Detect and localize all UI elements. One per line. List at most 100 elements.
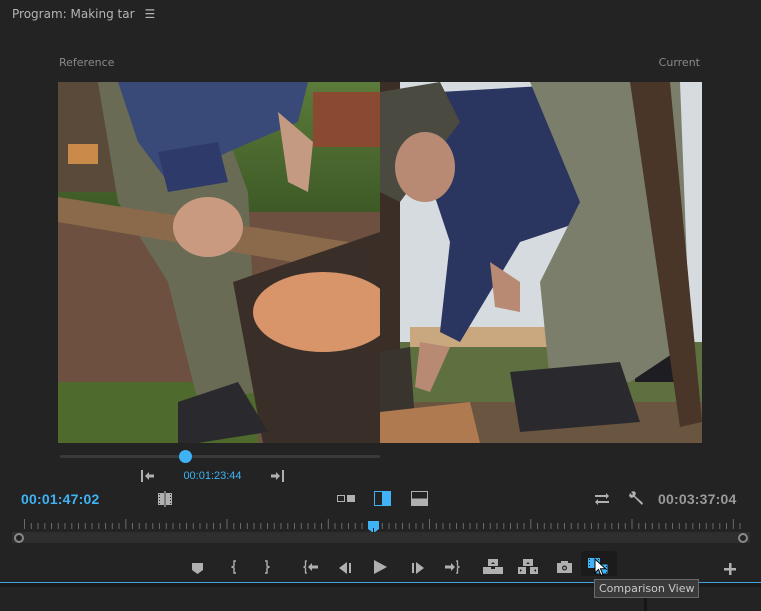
- swap-sides-icon[interactable]: [594, 492, 610, 506]
- ruler-minor-tick: [570, 523, 572, 529]
- ruler-minor-tick: [739, 523, 741, 529]
- ruler-minor-tick: [145, 523, 147, 529]
- ruler-minor-tick: [699, 523, 700, 529]
- ruler-minor-tick: [260, 523, 262, 529]
- ruler-minor-tick: [435, 523, 437, 529]
- ruler-major-tick: [125, 519, 127, 529]
- playhead[interactable]: [368, 518, 380, 533]
- zoom-bar-start-handle[interactable]: [14, 533, 24, 543]
- ruler-minor-tick: [665, 523, 667, 529]
- reference-label: Reference: [59, 56, 115, 69]
- ruler-minor-tick: [300, 523, 302, 529]
- reference-scrubber[interactable]: [60, 450, 380, 463]
- ruler-minor-tick: [37, 523, 39, 529]
- ruler-minor-tick: [415, 523, 417, 529]
- ruler-minor-tick: [705, 523, 707, 529]
- ruler-major-tick: [530, 519, 532, 529]
- ruler-minor-tick: [489, 523, 491, 529]
- ruler-minor-tick: [591, 523, 592, 529]
- ruler-minor-tick: [219, 523, 221, 529]
- ruler-minor-tick: [111, 523, 113, 529]
- ruler-minor-tick: [678, 523, 680, 529]
- ruler-minor-tick: [206, 523, 208, 529]
- ruler-minor-tick: [624, 523, 626, 529]
- ruler-minor-tick: [57, 523, 59, 529]
- ruler-minor-tick: [287, 523, 289, 529]
- ruler-minor-tick: [294, 523, 295, 529]
- ruler-minor-tick: [719, 523, 721, 529]
- marker-icon[interactable]: [192, 557, 203, 579]
- ruler-minor-tick: [273, 523, 275, 529]
- ruler-minor-tick: [138, 523, 140, 529]
- ruler-minor-tick: [604, 523, 606, 529]
- tooltip: Comparison View: [594, 579, 700, 598]
- ruler-minor-tick: [462, 523, 464, 529]
- shot-or-frame-comparison-icon[interactable]: [157, 491, 173, 507]
- ruler-minor-tick: [388, 523, 390, 529]
- go-to-previous-edit-icon[interactable]: [140, 470, 156, 482]
- extract-icon[interactable]: [518, 555, 538, 577]
- ruler-minor-tick: [267, 523, 268, 529]
- ruler-minor-tick: [442, 523, 444, 529]
- ruler-minor-tick: [422, 523, 424, 529]
- mouse-cursor-icon: [594, 557, 607, 581]
- step-forward-icon[interactable]: [410, 557, 424, 579]
- ruler-minor-tick: [98, 523, 100, 529]
- horizontal-split-icon[interactable]: [411, 491, 428, 506]
- ruler-minor-tick: [105, 523, 106, 529]
- wrench-icon[interactable]: [629, 490, 645, 506]
- ruler-minor-tick: [233, 523, 235, 529]
- ruler-minor-tick: [84, 523, 86, 529]
- ruler-minor-tick: [672, 523, 673, 529]
- ruler-minor-tick: [78, 523, 79, 529]
- ruler-minor-tick: [645, 523, 646, 529]
- mark-in-icon[interactable]: [231, 556, 239, 578]
- ruler-minor-tick: [165, 523, 167, 529]
- step-back-icon[interactable]: [339, 557, 353, 579]
- panel-title: Program: Making tar: [12, 7, 135, 21]
- ruler-minor-tick: [577, 523, 579, 529]
- hamburger-menu-icon[interactable]: ☰: [145, 8, 156, 20]
- ruler-minor-tick: [213, 523, 214, 529]
- time-ruler[interactable]: [12, 518, 750, 530]
- ruler-minor-tick: [543, 523, 545, 529]
- go-to-next-edit-icon[interactable]: [269, 470, 285, 482]
- side-by-side-icon[interactable]: [337, 493, 356, 503]
- ruler-minor-tick: [611, 523, 613, 529]
- camera-icon[interactable]: [557, 556, 572, 578]
- reference-frame: [58, 82, 380, 443]
- timeline[interactable]: [12, 518, 750, 548]
- current-timecode[interactable]: 00:01:47:02: [21, 491, 99, 507]
- vertical-split-icon[interactable]: [374, 491, 391, 506]
- ruler-minor-tick: [64, 523, 66, 529]
- ruler-minor-tick: [503, 523, 505, 529]
- ruler-minor-tick: [314, 523, 316, 529]
- ruler-minor-tick: [557, 523, 559, 529]
- zoom-bar-end-handle[interactable]: [738, 533, 748, 543]
- timeline-zoom-bar[interactable]: [12, 532, 750, 543]
- go-to-out-icon[interactable]: [443, 556, 460, 578]
- play-icon[interactable]: [374, 556, 387, 578]
- go-to-in-icon[interactable]: [303, 556, 320, 578]
- reference-scrub-handle[interactable]: [178, 450, 192, 463]
- ruler-minor-tick: [516, 523, 518, 529]
- ruler-minor-tick: [523, 523, 525, 529]
- mark-out-icon[interactable]: [262, 556, 270, 578]
- ruler-minor-tick: [564, 523, 565, 529]
- reference-timecode[interactable]: 00:01:23:44: [183, 470, 241, 482]
- ruler-minor-tick: [159, 523, 160, 529]
- ruler-major-tick: [732, 519, 734, 529]
- ruler-minor-tick: [618, 523, 619, 529]
- ruler-minor-tick: [321, 523, 322, 529]
- lift-icon[interactable]: [483, 555, 503, 577]
- ruler-minor-tick: [726, 523, 727, 529]
- ruler-minor-tick: [30, 523, 32, 529]
- ruler-minor-tick: [692, 523, 694, 529]
- ruler-minor-tick: [348, 523, 349, 529]
- ruler-minor-tick: [253, 523, 255, 529]
- ruler-minor-tick: [469, 523, 471, 529]
- ruler-minor-tick: [334, 523, 336, 529]
- plus-icon[interactable]: [724, 558, 736, 580]
- ruler-minor-tick: [510, 523, 511, 529]
- ruler-minor-tick: [496, 523, 498, 529]
